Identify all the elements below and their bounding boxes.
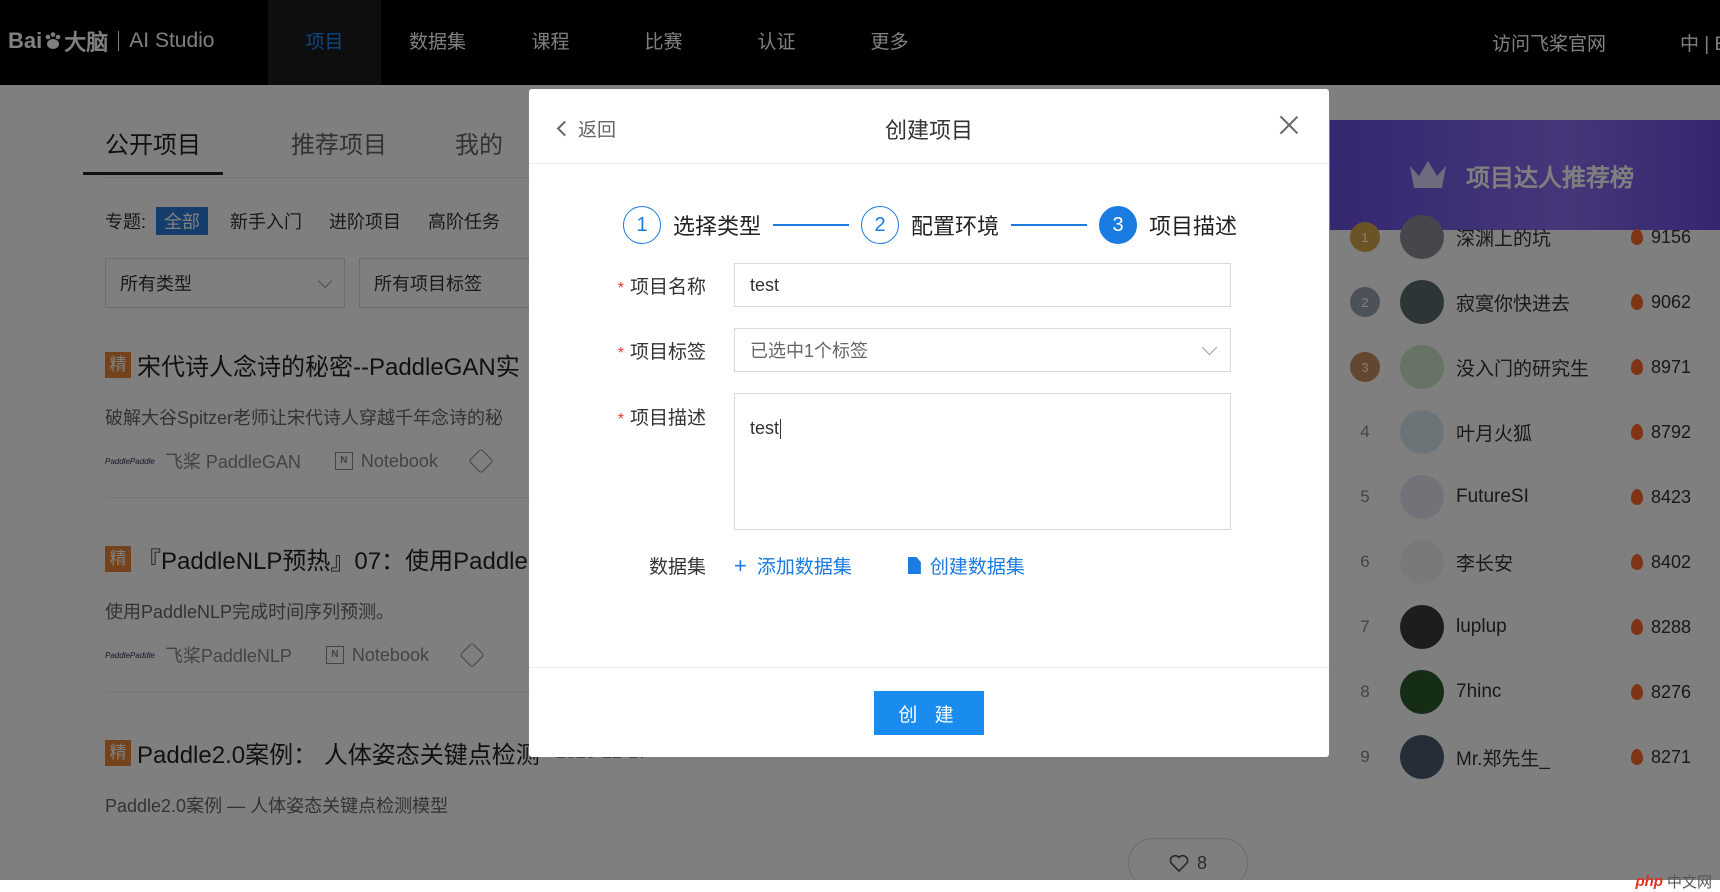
dataset-label: 数据集 [648,557,706,578]
required-mark: * [617,279,624,297]
file-icon [907,557,921,574]
add-dataset-label: 添加数据集 [756,557,852,578]
step-indicator: 1 选择类型 2 配置环境 3 项目描述 [623,206,1237,244]
step-label: 配置环境 [911,214,1000,239]
chevron-down-icon [1201,339,1218,356]
step-2: 2 配置环境 [861,206,999,244]
step-number: 3 [1099,206,1138,244]
watermark-text: 中文网 [1666,874,1712,891]
step-connector [1011,224,1088,226]
project-desc-textarea[interactable]: test [734,393,1231,530]
add-dataset-link[interactable]: + 添加数据集 [734,552,852,579]
step-3: 3 项目描述 [1099,206,1237,244]
project-desc-value: test [750,418,780,438]
step-connector [773,224,850,226]
modal-footer-divider [529,667,1329,668]
step-1: 1 选择类型 [623,206,761,244]
text-caret [780,419,782,440]
create-project-modal: 返回 创建项目 1 选择类型 2 配置环境 3 项目描述 * 项目名称 test … [529,89,1329,757]
bottom-strip [0,880,1720,892]
project-tags-select[interactable]: 已选中1个标签 [734,328,1231,372]
step-number: 2 [861,206,900,244]
step-label: 项目描述 [1149,214,1238,239]
desc-row: * 项目描述 test [529,393,1329,530]
required-mark: * [617,344,624,362]
watermark-brand: php [1635,873,1663,890]
desc-label: * 项目描述 [529,393,734,530]
step-label: 选择类型 [673,214,762,239]
name-row: * 项目名称 test [529,263,1329,307]
plus-icon: + [734,552,747,578]
step-number: 1 [623,206,661,244]
modal-title: 创建项目 [884,118,973,143]
name-label: * 项目名称 [529,272,734,299]
project-tags-value: 已选中1个标签 [750,341,869,361]
create-dataset-link[interactable]: 创建数据集 [907,552,1025,579]
modal-header: 返回 创建项目 [529,89,1329,164]
desc-label-text: 项目描述 [629,408,706,429]
dataset-actions: + 添加数据集 创建数据集 [734,552,1081,579]
create-button[interactable]: 创 建 [874,691,984,735]
project-name-input[interactable]: test [734,263,1231,307]
watermark: php 中文网 [1635,871,1712,892]
tags-label-text: 项目标签 [629,341,706,363]
create-dataset-label: 创建数据集 [929,557,1025,578]
tags-label: * 项目标签 [529,337,734,364]
close-icon[interactable] [1279,115,1299,135]
project-name-value: test [750,274,780,295]
tags-row: * 项目标签 已选中1个标签 [529,328,1329,372]
required-mark: * [617,411,624,428]
dataset-row: 数据集 + 添加数据集 创建数据集 [529,552,1329,579]
name-label-text: 项目名称 [629,276,706,298]
